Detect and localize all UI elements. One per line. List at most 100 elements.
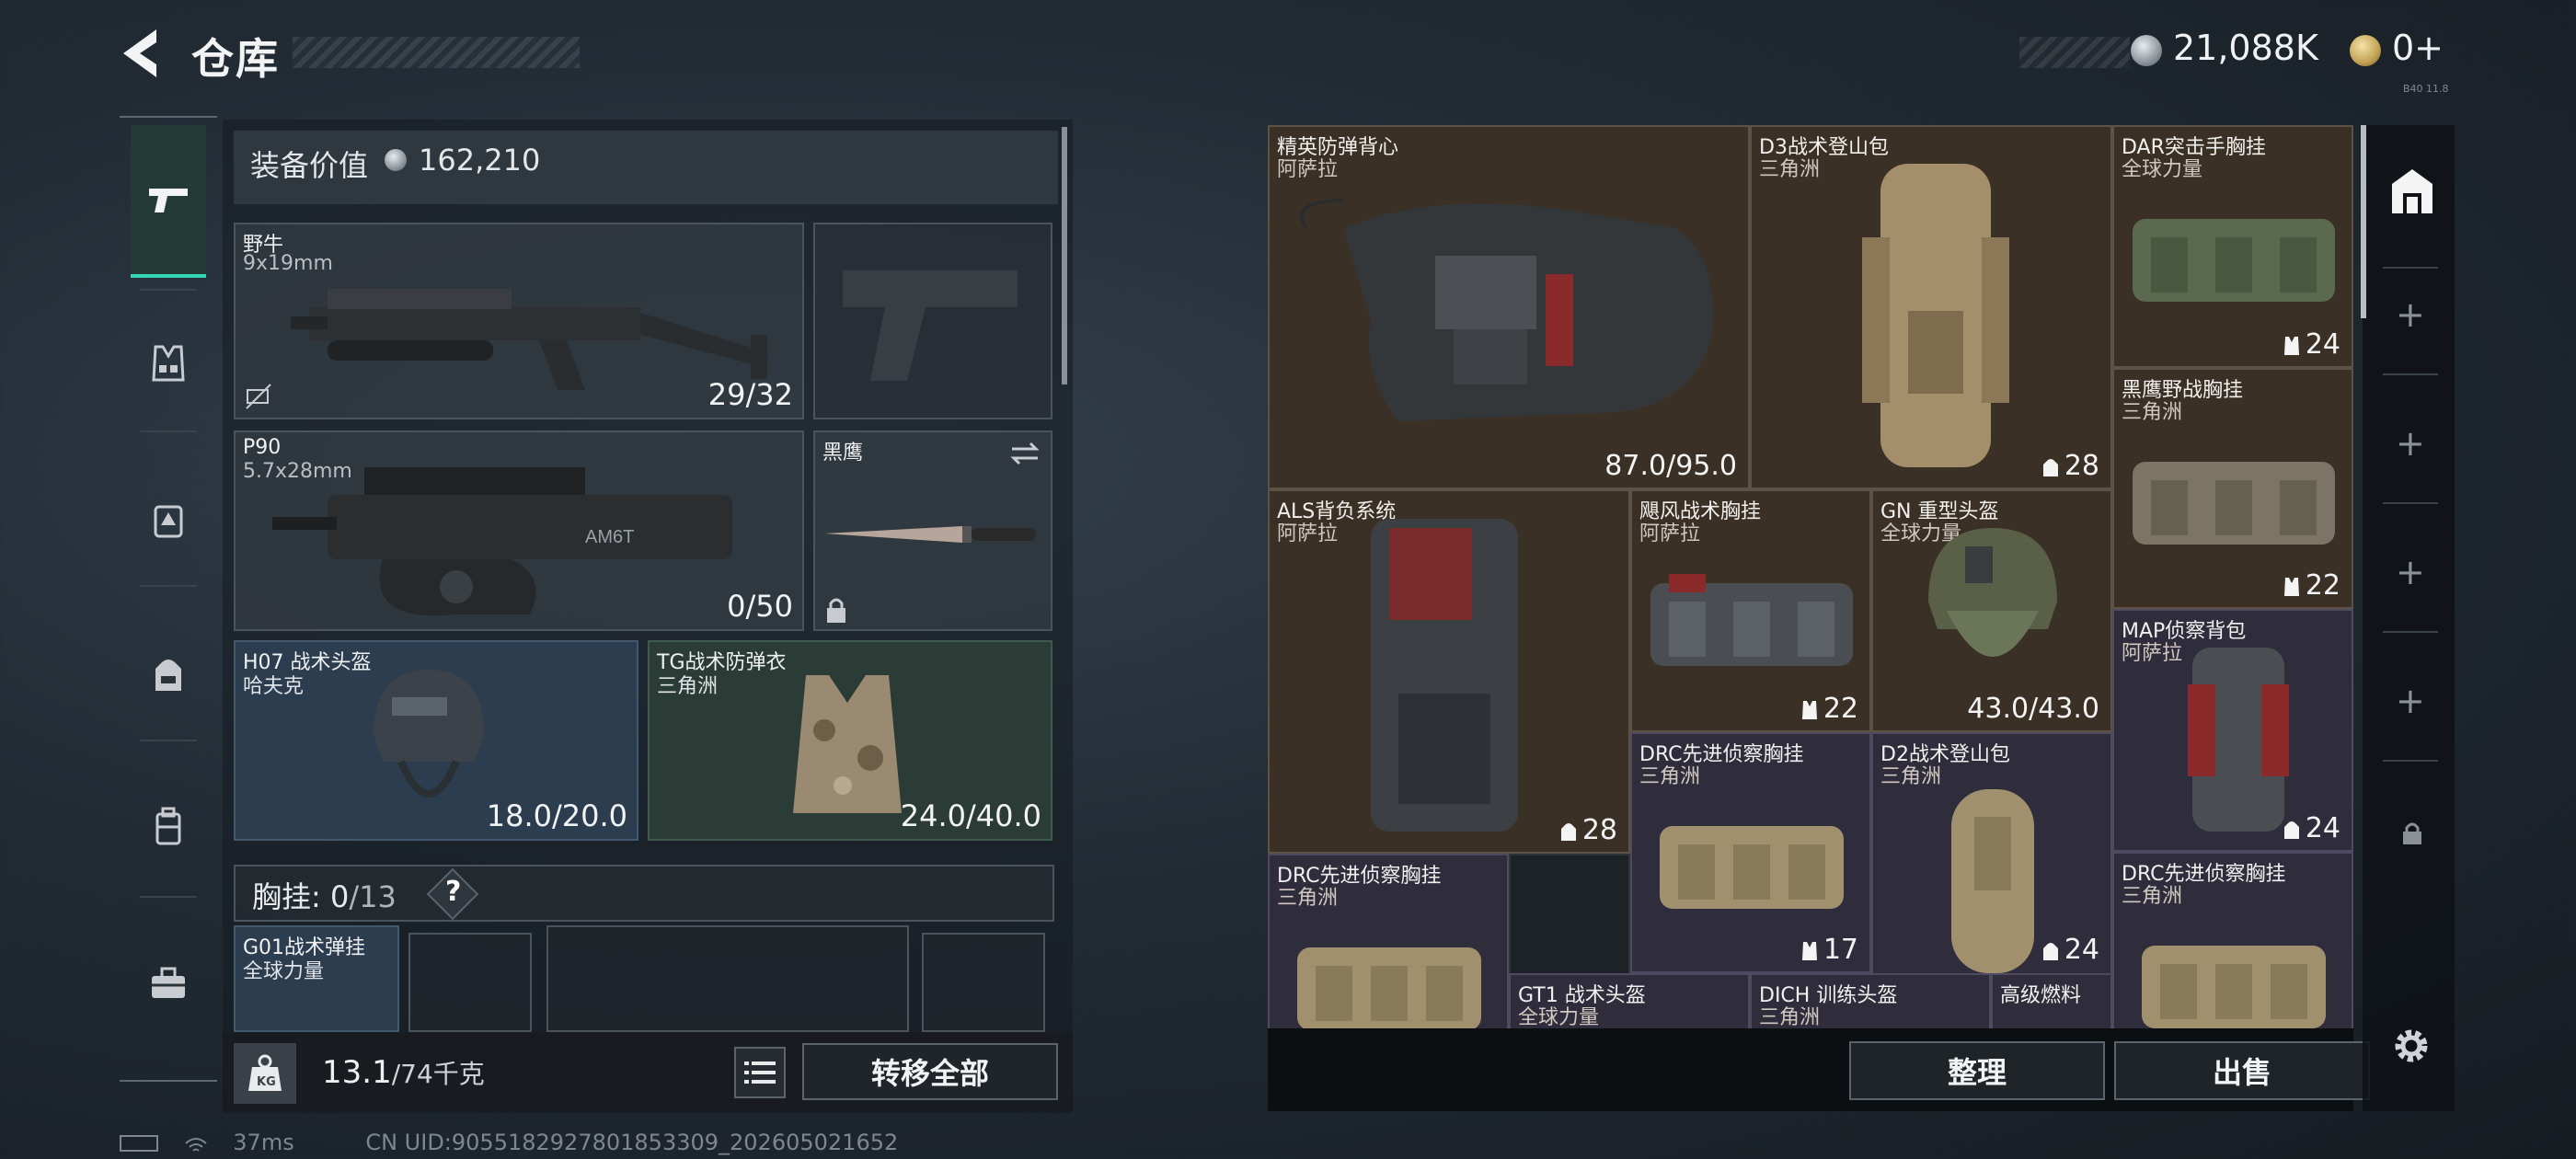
item-capacity: 24 [2042,934,2099,966]
gold-amount[interactable]: 0+ [2392,28,2444,68]
storage-item[interactable]: 精英防弹背心 阿萨拉 87.0/95.0 [1268,125,1750,489]
item-capacity: 17 [1801,934,1858,966]
item-capacity: 24 [2283,812,2340,844]
backpack-image [2188,648,2289,832]
item-value: 24 [2305,328,2340,361]
vest-small-icon [2283,577,2299,596]
page-title: 仓库 [191,34,280,84]
gold-coin-icon [2350,35,2381,66]
sidebar-divider [140,585,197,587]
rail-divider [2383,760,2438,762]
item-maker: 三角洲 [2122,885,2183,908]
item-maker: 全球力量 [2122,158,2203,181]
storage-item[interactable]: ALS背负系统 阿萨拉 28 [1268,489,1630,854]
item-capacity: 28 [2042,450,2099,482]
backpack-image [1371,519,1518,832]
no-attachment-icon [246,384,271,409]
item-capacity: 22 [2283,569,2340,602]
item-value: 22 [2305,569,2340,602]
item-value: 24 [2064,934,2099,966]
storage-item[interactable]: D3战术登山包 三角洲 28 [1750,125,2112,489]
sidebar-item-case[interactable] [131,789,206,865]
sidebar-item-weapons[interactable] [131,125,206,278]
back-arrow-icon [123,29,156,77]
storage-item[interactable]: 飓风战术胸挂 阿萨拉 22 [1630,489,1871,732]
armor-slot[interactable]: TG战术防弹衣 三角洲 24.0/40.0 [648,640,1052,841]
chest-rig-image [1660,826,1844,909]
item-durability: 43.0/43.0 [1967,693,2099,725]
sidebar-item-backpack[interactable] [131,637,206,712]
pocket-slot[interactable] [546,925,909,1032]
uid-text: CN UID:9055182927801853309_202605021652 [365,1130,899,1155]
helmet-slot[interactable]: H07 战术头盔 哈夫克 18.0/20.0 [234,640,638,841]
storage-item[interactable]: DRC先进侦察胸挂 三角洲 17 [1630,732,1871,973]
pocket-slot[interactable] [408,933,532,1032]
item-capacity: 24 [2283,328,2340,361]
storage-scrollbar[interactable] [2361,125,2366,318]
empty-storage-slot[interactable] [1509,854,1630,975]
item-maker: 三角洲 [1639,765,1701,788]
pistol-slot[interactable] [813,223,1052,419]
helmet-image [1928,528,2057,657]
sidebar-item-backpack-bag[interactable] [131,482,206,557]
back-button[interactable] [120,28,166,79]
item-name: 高级燃料 [2000,984,2082,1007]
chest-rig-image [1650,574,1853,666]
sidebar-item-toolbox[interactable] [131,946,206,1021]
storage-item[interactable]: DAR突击手胸挂 全球力量 24 [2112,125,2353,368]
storage-item[interactable]: GN 重型头盔 全球力量 43.0/43.0 [1871,489,2112,732]
secondary-weapon-slot[interactable]: P90 5.7x28mm AM6T 0/50 [234,430,804,631]
storage-item[interactable]: DRC先进侦察胸挂 三角洲 [1268,854,1509,1028]
chest-rig-slot[interactable]: G01战术弹挂 全球力量 [234,925,399,1032]
item-durability: 87.0/95.0 [1604,450,1737,482]
tidy-button[interactable]: 整理 [1849,1041,2105,1100]
pocket-slot[interactable] [922,933,1045,1032]
svg-text:AM6T: AM6T [585,527,634,547]
storage-grid: 精英防弹背心 阿萨拉 87.0/95.0 D3战术登山包 三角洲 28 DAR突… [1268,125,2353,1028]
armor-durability: 24.0/40.0 [900,798,1041,833]
item-maker: 阿萨拉 [2122,642,2183,665]
storage-item[interactable]: GT1 战术头盔 全球力量 [1509,973,1750,1028]
chest-rig-current: 0 [329,879,350,914]
add-storage-tab-icon[interactable]: + [2396,681,2425,721]
melee-slot[interactable]: 黑鹰 [813,430,1052,631]
list-view-button[interactable] [734,1047,786,1098]
item-maker: 三角洲 [1759,1006,1821,1028]
backpack-small-icon [1560,822,1576,841]
storage-tab-main[interactable] [2383,162,2442,221]
storage-item[interactable]: MAP侦察背包 阿萨拉 24 [2112,609,2353,852]
sell-button[interactable]: 出售 [2114,1041,2370,1100]
backpack-image [1862,164,2009,467]
chest-rig-title: 胸挂: [252,879,321,914]
loadout-scrollbar[interactable] [1062,127,1067,384]
pistol-silhouette-icon [843,270,1018,381]
add-storage-tab-icon[interactable]: + [2396,552,2425,592]
helmet-durability: 18.0/20.0 [486,798,627,833]
p90-image: AM6T [272,467,732,616]
primary-weapon-slot[interactable]: 野牛 9x19mm 29/32 [234,223,804,419]
settings-gear-icon[interactable] [2388,1023,2434,1073]
chest-rig-image [2142,946,2326,1028]
rail-divider [2383,373,2438,375]
ping-text: 37ms [233,1130,294,1155]
item-maker: 三角洲 [2122,401,2183,424]
currency-decoration [2019,37,2130,68]
add-storage-tab-icon[interactable]: + [2396,294,2425,335]
storage-item[interactable]: 高级燃料 [1991,973,2112,1028]
armor-vest-image [793,675,902,813]
rail-divider [2383,267,2438,269]
vest-image [1300,199,1713,421]
storage-item[interactable]: 黑鹰野战胸挂 三角洲 22 [2112,368,2353,609]
swap-icon[interactable] [1008,440,1041,467]
transfer-all-button[interactable]: 转移全部 [802,1043,1058,1100]
vest-small-icon [2283,336,2299,355]
sidebar-item-chest-rig[interactable] [131,326,206,401]
item-maker: 全球力量 [1518,1006,1600,1028]
sidebar-divider [140,430,197,432]
storage-item[interactable]: DICH 训练头盔 三角洲 [1750,973,1991,1028]
storage-item[interactable]: DRC先进侦察胸挂 三角洲 [2112,852,2353,1028]
weight-max: /74千克 [391,1059,485,1089]
add-storage-tab-icon[interactable]: + [2396,423,2425,464]
helmet-image [374,670,484,798]
item-maker: 阿萨拉 [1639,522,1701,545]
